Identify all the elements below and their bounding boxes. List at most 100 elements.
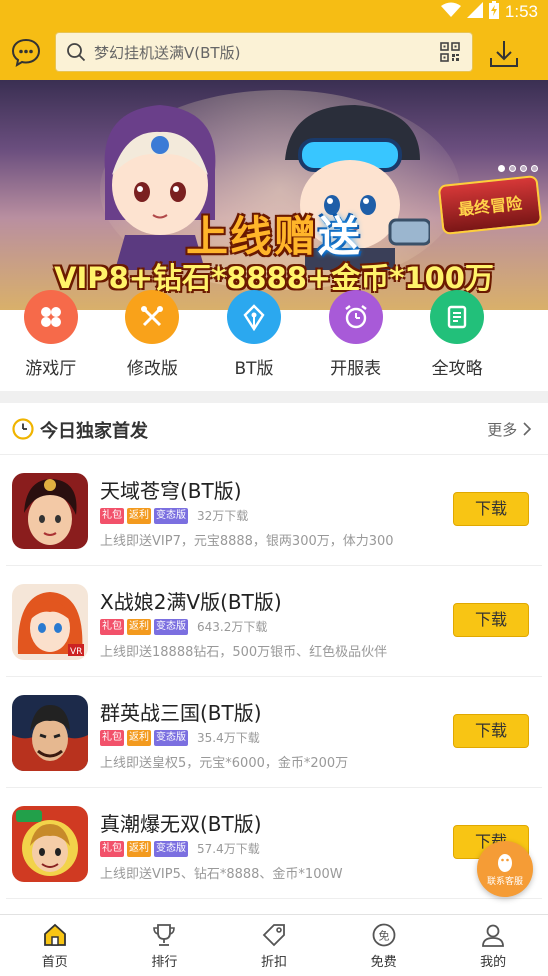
category-bt[interactable]: BT版 bbox=[203, 290, 305, 390]
nav-label: 我的 bbox=[480, 954, 507, 970]
status-bar: 1:53 bbox=[0, 0, 548, 24]
banner-pagination bbox=[498, 165, 538, 172]
tag-rebate: 返利 bbox=[127, 840, 151, 857]
tag-gift: 礼包 bbox=[100, 729, 124, 746]
alarm-clock-icon bbox=[344, 305, 367, 329]
battery-icon bbox=[488, 1, 499, 23]
chat-bubble-icon bbox=[11, 38, 41, 68]
category-modded[interactable]: 修改版 bbox=[102, 290, 204, 390]
section-title: 今日独家首发 bbox=[40, 421, 148, 442]
tag-icon bbox=[262, 923, 285, 946]
game-row[interactable]: 天域苍穹(BT版) 礼包 返利 变态版 32万下载 上线即送VIP7，元宝888… bbox=[6, 455, 542, 566]
message-button[interactable] bbox=[10, 36, 42, 68]
pagination-dot[interactable] bbox=[531, 165, 538, 172]
svg-text:免: 免 bbox=[378, 928, 389, 942]
nav-home[interactable]: 首页 bbox=[0, 915, 110, 976]
category-label: 游戏厅 bbox=[25, 359, 77, 379]
signal-icon bbox=[466, 2, 483, 22]
tag-rebate: 返利 bbox=[127, 729, 151, 746]
game-icon[interactable] bbox=[12, 806, 88, 882]
section-divider bbox=[0, 391, 548, 403]
grid-icon bbox=[40, 307, 61, 327]
tag-modded: 变态版 bbox=[154, 840, 188, 857]
download-manager-button[interactable] bbox=[488, 38, 520, 70]
svg-text:VR: VR bbox=[70, 647, 82, 657]
search-placeholder[interactable]: 梦幻挂机送满V(BT版) bbox=[94, 42, 440, 63]
game-name: 天域苍穹(BT版) bbox=[100, 479, 242, 503]
game-name: 真潮爆无双(BT版) bbox=[100, 812, 262, 836]
free-icon: 免 bbox=[372, 923, 395, 946]
game-icon[interactable] bbox=[12, 695, 88, 771]
nav-label: 排行 bbox=[151, 954, 178, 970]
tag-modded: 变态版 bbox=[154, 618, 188, 635]
pagination-dot[interactable] bbox=[498, 165, 505, 172]
nav-discount[interactable]: 折扣 bbox=[219, 915, 329, 976]
trophy-icon bbox=[153, 923, 176, 946]
game-icon[interactable]: VR bbox=[12, 584, 88, 660]
more-link[interactable]: 更多 bbox=[487, 419, 532, 440]
game-tags: 礼包 返利 变态版 32万下载 bbox=[100, 507, 248, 524]
download-button[interactable]: 下载 bbox=[453, 714, 529, 748]
banner-headline-main: 上线赠 bbox=[185, 212, 318, 261]
game-row[interactable]: VR X战娘2满V版(BT版) 礼包 返利 变态版 643.2万下载 上线即送1… bbox=[6, 566, 542, 677]
download-button[interactable]: 下载 bbox=[453, 603, 529, 637]
game-row[interactable]: 群英战三国(BT版) 礼包 返利 变态版 35.4万下载 上线即送皇权5，元宝*… bbox=[6, 677, 542, 788]
nav-free[interactable]: 免 免费 bbox=[329, 915, 439, 976]
tag-gift: 礼包 bbox=[100, 507, 124, 524]
game-description: 上线即送18888钻石，500万银币、红色极品伙伴 bbox=[100, 645, 388, 660]
game-row[interactable]: 真潮爆无双(BT版) 礼包 返利 变态版 57.4万下载 上线即送VIP5、钻石… bbox=[6, 788, 542, 899]
game-tags: 礼包 返利 变态版 35.4万下载 bbox=[100, 729, 260, 746]
download-count: 35.4万下载 bbox=[197, 731, 260, 745]
document-icon bbox=[447, 305, 467, 329]
header: 梦幻挂机送满V(BT版) bbox=[0, 24, 548, 80]
game-description: 上线即送VIP7，元宝8888，银两300万，体力300 bbox=[100, 534, 394, 549]
download-count: 57.4万下载 bbox=[197, 842, 260, 856]
person-icon bbox=[482, 924, 505, 947]
search-icon bbox=[67, 43, 86, 62]
download-count: 32万下载 bbox=[197, 509, 249, 523]
tag-rebate: 返利 bbox=[127, 618, 151, 635]
category-circle bbox=[125, 290, 180, 344]
game-name: 群英战三国(BT版) bbox=[100, 701, 262, 725]
download-icon bbox=[490, 41, 518, 67]
category-row: 游戏厅 修改版 BT版 开服表 全攻略 bbox=[0, 290, 548, 390]
tag-gift: 礼包 bbox=[100, 618, 124, 635]
nav-profile[interactable]: 我的 bbox=[438, 915, 548, 976]
nav-label: 免费 bbox=[370, 954, 397, 970]
category-circle bbox=[226, 290, 281, 344]
tools-icon bbox=[141, 306, 164, 327]
qr-scan-icon[interactable] bbox=[440, 42, 460, 62]
category-circle bbox=[328, 290, 383, 344]
service-label: 联系客服 bbox=[486, 877, 523, 887]
tag-modded: 变态版 bbox=[154, 507, 188, 524]
category-label: BT版 bbox=[234, 359, 274, 379]
pagination-dot[interactable] bbox=[509, 165, 516, 172]
game-tags: 礼包 返利 变态版 57.4万下载 bbox=[100, 840, 260, 857]
category-label: 全攻略 bbox=[431, 359, 483, 379]
home-icon bbox=[43, 923, 66, 946]
banner-headline-highlight: 送 bbox=[318, 212, 363, 261]
more-label: 更多 bbox=[487, 421, 518, 439]
nav-label: 首页 bbox=[41, 954, 68, 970]
chevron-right-icon bbox=[523, 422, 532, 436]
category-game-hall[interactable]: 游戏厅 bbox=[0, 290, 102, 390]
category-server-schedule[interactable]: 开服表 bbox=[305, 290, 407, 390]
game-description: 上线即送VIP5、钻石*8888、金币*100W bbox=[100, 867, 343, 882]
pagination-dot[interactable] bbox=[520, 165, 527, 172]
game-tags: 礼包 返利 变态版 643.2万下载 bbox=[100, 618, 267, 635]
download-button[interactable]: 下载 bbox=[453, 492, 529, 526]
section-header: 今日独家首发 更多 bbox=[0, 403, 548, 455]
category-guides[interactable]: 全攻略 bbox=[406, 290, 508, 390]
service-penguin-icon bbox=[498, 854, 512, 872]
tag-rebate: 返利 bbox=[127, 507, 151, 524]
clock-icon bbox=[12, 418, 34, 440]
customer-service-button[interactable]: 联系客服 bbox=[477, 841, 533, 897]
game-list: 天域苍穹(BT版) 礼包 返利 变态版 32万下载 上线即送VIP7，元宝888… bbox=[0, 455, 548, 899]
search-bar[interactable]: 梦幻挂机送满V(BT版) bbox=[55, 32, 473, 72]
game-icon[interactable] bbox=[12, 473, 88, 549]
diamond-pen-icon bbox=[243, 304, 265, 331]
category-label: 修改版 bbox=[126, 359, 178, 379]
game-description: 上线即送皇权5，元宝*6000，金币*200万 bbox=[100, 756, 349, 771]
nav-ranking[interactable]: 排行 bbox=[110, 915, 220, 976]
tag-gift: 礼包 bbox=[100, 840, 124, 857]
